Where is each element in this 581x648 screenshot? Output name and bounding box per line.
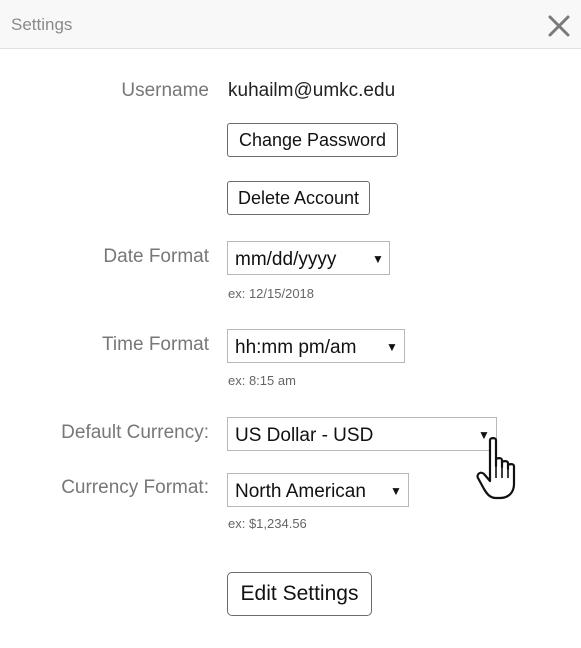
currency-format-select[interactable]: North American ▼ bbox=[227, 473, 409, 507]
default-currency-label: Default Currency: bbox=[61, 422, 209, 443]
close-icon bbox=[548, 15, 570, 37]
username-value: kuhailm@umkc.edu bbox=[228, 80, 396, 101]
date-format-selected: mm/dd/yyyy bbox=[235, 249, 337, 270]
chevron-down-icon: ▼ bbox=[390, 484, 402, 498]
time-format-label: Time Format bbox=[102, 334, 209, 355]
time-format-example: ex: 8:15 am bbox=[228, 373, 296, 388]
chevron-down-icon: ▼ bbox=[372, 252, 384, 266]
currency-format-example: ex: $1,234.56 bbox=[228, 516, 307, 531]
time-format-selected: hh:mm pm/am bbox=[235, 337, 357, 358]
change-password-button[interactable]: Change Password bbox=[227, 123, 398, 157]
default-currency-selected: US Dollar - USD bbox=[235, 425, 374, 446]
currency-format-label: Currency Format: bbox=[61, 477, 209, 498]
date-format-label: Date Format bbox=[103, 246, 209, 267]
dialog-title: Settings bbox=[11, 15, 73, 34]
date-format-select[interactable]: mm/dd/yyyy ▼ bbox=[227, 241, 390, 275]
hand-pointer-icon bbox=[476, 437, 516, 500]
time-format-select[interactable]: hh:mm pm/am ▼ bbox=[227, 329, 405, 363]
default-currency-select[interactable]: US Dollar - USD ▼ bbox=[227, 417, 497, 451]
username-label: Username bbox=[121, 80, 209, 101]
chevron-down-icon: ▼ bbox=[386, 340, 398, 354]
dialog-titlebar: Settings bbox=[0, 0, 581, 49]
edit-settings-button[interactable]: Edit Settings bbox=[227, 572, 372, 616]
close-button[interactable] bbox=[547, 14, 571, 38]
currency-format-selected: North American bbox=[235, 481, 366, 502]
date-format-example: ex: 12/15/2018 bbox=[228, 286, 315, 301]
delete-account-button[interactable]: Delete Account bbox=[227, 181, 370, 215]
settings-dialog: Settings Username kuhailm@umkc.edu Chang… bbox=[0, 0, 581, 648]
